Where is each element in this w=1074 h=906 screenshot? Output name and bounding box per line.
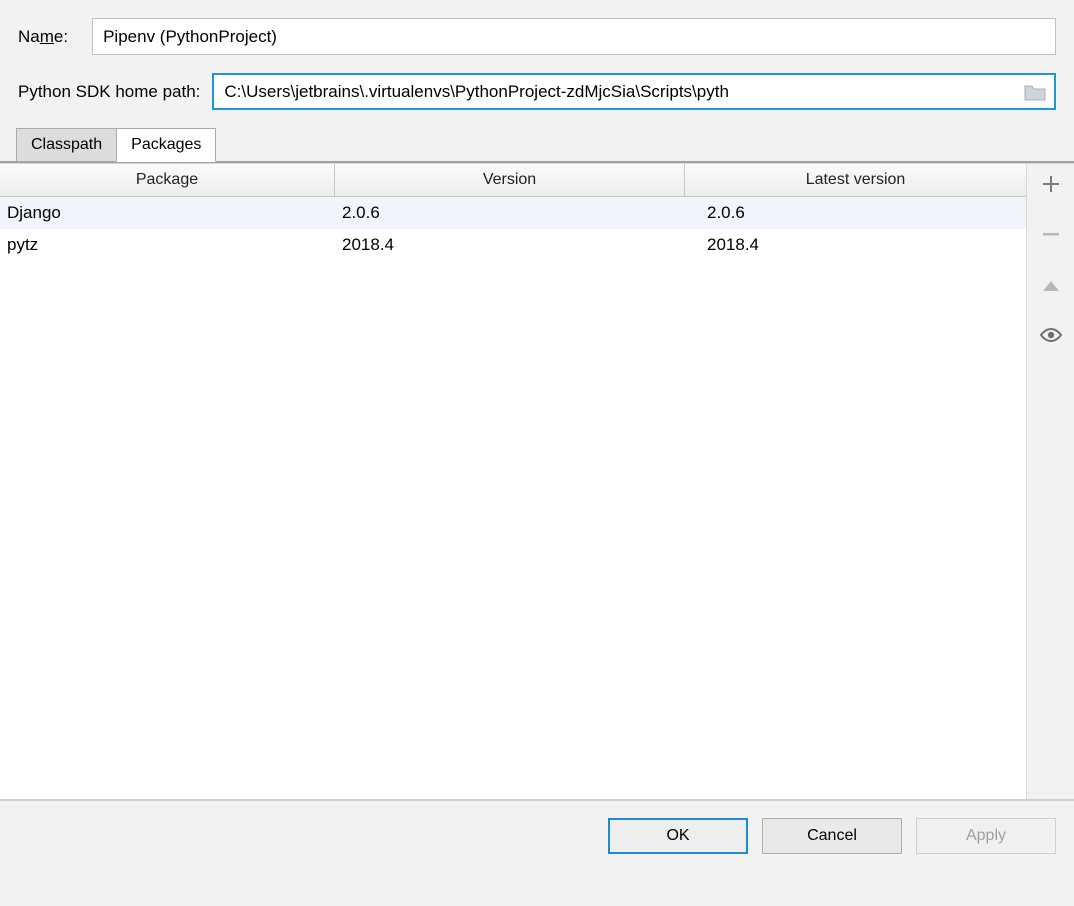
table-row[interactable]: Django 2.0.6 2.0.6 <box>0 197 1026 229</box>
table-row[interactable]: pytz 2018.4 2018.4 <box>0 229 1026 261</box>
cell-latest: 2018.4 <box>685 235 1026 255</box>
remove-package-button[interactable] <box>1035 222 1067 250</box>
minus-icon <box>1042 222 1060 250</box>
cell-version: 2.0.6 <box>335 203 685 223</box>
apply-button: Apply <box>916 818 1056 854</box>
tab-packages[interactable]: Packages <box>116 128 216 162</box>
name-input[interactable] <box>92 18 1056 55</box>
cell-latest: 2.0.6 <box>685 203 1026 223</box>
eye-icon <box>1040 322 1062 350</box>
packages-table: Package Version Latest version Django 2.… <box>0 164 1026 799</box>
plus-icon <box>1042 172 1060 200</box>
col-header-version[interactable]: Version <box>335 164 685 196</box>
cell-package: Django <box>0 203 335 223</box>
sdk-path-field[interactable] <box>212 73 1056 110</box>
triangle-up-icon <box>1042 272 1060 300</box>
show-early-releases-button[interactable] <box>1035 322 1067 350</box>
sdk-path-input[interactable] <box>224 82 1022 102</box>
col-header-latest[interactable]: Latest version <box>685 164 1026 196</box>
cell-version: 2018.4 <box>335 235 685 255</box>
cancel-button[interactable]: Cancel <box>762 818 902 854</box>
tab-classpath[interactable]: Classpath <box>16 128 117 162</box>
add-package-button[interactable] <box>1035 172 1067 200</box>
upgrade-package-button[interactable] <box>1035 272 1067 300</box>
browse-folder-icon[interactable] <box>1022 81 1048 103</box>
col-header-package[interactable]: Package <box>0 164 335 196</box>
sdk-path-label: Python SDK home path: <box>18 82 200 102</box>
name-label: Name: <box>18 27 68 47</box>
ok-button[interactable]: OK <box>608 818 748 854</box>
cell-package: pytz <box>0 235 335 255</box>
